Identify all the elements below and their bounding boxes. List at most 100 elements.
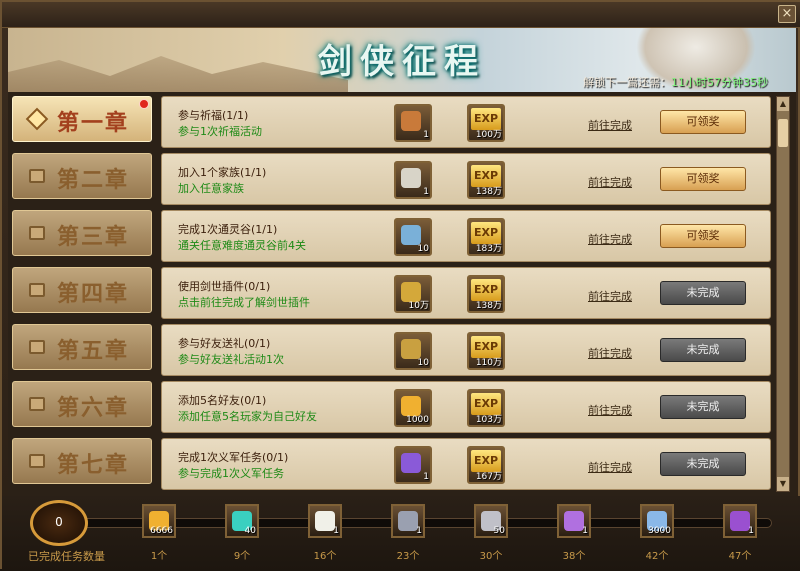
task-description: 点击前往完成了解剑世插件 bbox=[178, 296, 310, 309]
incomplete-button: 未完成 bbox=[660, 281, 746, 305]
reward-count: 1 bbox=[333, 526, 339, 536]
milestone-reward[interactable]: 40 bbox=[225, 504, 259, 538]
unlock-countdown: 解锁下一篇还需：11小时57分钟35秒 bbox=[583, 74, 768, 90]
chest-icon bbox=[401, 225, 421, 245]
go-complete-link[interactable]: 前往完成 bbox=[588, 231, 632, 247]
milestone-reward[interactable]: 1 bbox=[557, 504, 591, 538]
item-count: 1 bbox=[423, 187, 429, 197]
task-name: 参与祈福(1/1) bbox=[178, 109, 249, 122]
task-item-reward[interactable]: 10 bbox=[394, 332, 432, 370]
claim-reward-button[interactable]: 可领奖 bbox=[660, 224, 746, 248]
lock-icon bbox=[29, 283, 45, 297]
chapter-tab-3[interactable]: 第三章 bbox=[12, 210, 152, 256]
item-count: 1000 bbox=[406, 415, 429, 425]
reward-count: 1 bbox=[416, 526, 422, 536]
milestone-label: 9个 bbox=[233, 551, 251, 562]
notification-dot bbox=[139, 99, 149, 109]
lock-icon bbox=[29, 397, 45, 411]
purple-crystal-icon bbox=[564, 511, 584, 531]
chapter-quest-window: × 剑侠征程 解锁下一篇还需：11小时57分钟35秒 第一章 第二章 第三章 第四章第… bbox=[0, 0, 800, 571]
crystal-icon bbox=[401, 453, 421, 473]
exp-amount: 138万 bbox=[475, 301, 502, 311]
go-complete-link[interactable]: 前往完成 bbox=[588, 345, 632, 361]
exp-amount: 103万 bbox=[475, 415, 502, 425]
task-item-reward[interactable]: 10万 bbox=[394, 275, 432, 313]
task-exp-reward[interactable]: EXP 183万 bbox=[467, 218, 505, 256]
task-exp-reward[interactable]: EXP 103万 bbox=[467, 389, 505, 427]
milestone-reward[interactable]: 3000 bbox=[640, 504, 674, 538]
task-item-reward[interactable]: 1000 bbox=[394, 389, 432, 427]
task-item-reward[interactable]: 1 bbox=[394, 104, 432, 142]
task-item-reward[interactable]: 1 bbox=[394, 161, 432, 199]
reward-count: 40 bbox=[244, 526, 256, 536]
completed-count: 0 bbox=[55, 515, 63, 529]
completed-count-orb: 0 bbox=[30, 500, 88, 546]
task-description: 参与好友送礼活动1次 bbox=[178, 353, 284, 366]
chapter-tab-5[interactable]: 第五章 bbox=[12, 324, 152, 370]
milestone-reward[interactable]: 1 bbox=[391, 504, 425, 538]
reward-count: 1 bbox=[748, 526, 754, 536]
go-complete-link[interactable]: 前往完成 bbox=[588, 459, 632, 475]
chapter-tab-7[interactable]: 第七章 bbox=[12, 438, 152, 484]
task-row: 完成1次义军任务(0/1) 参与完成1次义军任务 1 EXP 167万 前往完成… bbox=[161, 438, 771, 490]
task-description: 加入任意家族 bbox=[178, 182, 244, 195]
task-name: 参与好友送礼(0/1) bbox=[178, 337, 271, 350]
task-exp-reward[interactable]: EXP 167万 bbox=[467, 446, 505, 484]
reward-count: 1 bbox=[582, 526, 588, 536]
task-scrollbar[interactable]: ▲ ▼ bbox=[776, 96, 790, 492]
window-titlebar: × bbox=[2, 2, 800, 28]
pet-egg-icon bbox=[315, 511, 335, 531]
unlock-label: 解锁下一篇还需： bbox=[583, 76, 671, 89]
chapter-label: 第六章 bbox=[57, 395, 130, 421]
task-exp-reward[interactable]: EXP 100万 bbox=[467, 104, 505, 142]
medal-icon bbox=[401, 339, 421, 359]
chapter-label: 第五章 bbox=[57, 338, 130, 364]
feather-icon bbox=[401, 396, 421, 416]
task-item-reward[interactable]: 1 bbox=[394, 446, 432, 484]
task-item-reward[interactable]: 10 bbox=[394, 218, 432, 256]
milestone-reward[interactable]: 1 bbox=[723, 504, 757, 538]
go-complete-link[interactable]: 前往完成 bbox=[588, 117, 632, 133]
exp-amount: 138万 bbox=[475, 187, 502, 197]
scroll-down-button[interactable]: ▼ bbox=[777, 477, 789, 491]
scroll-up-button[interactable]: ▲ bbox=[777, 97, 789, 111]
task-row: 参与祈福(1/1) 参与1次祈福活动 1 EXP 100万 前往完成 可领奖 bbox=[161, 96, 771, 148]
claim-reward-button[interactable]: 可领奖 bbox=[660, 167, 746, 191]
reward-count: 6666 bbox=[150, 526, 173, 536]
milestone-reward[interactable]: 6666 bbox=[142, 504, 176, 538]
milestone-label: 16个 bbox=[313, 551, 337, 562]
go-complete-link[interactable]: 前往完成 bbox=[588, 402, 632, 418]
go-complete-link[interactable]: 前往完成 bbox=[588, 174, 632, 190]
chapter-tab-4[interactable]: 第四章 bbox=[12, 267, 152, 313]
item-count: 10 bbox=[417, 358, 429, 368]
item-count: 1 bbox=[423, 130, 429, 140]
chapter-tab-2[interactable]: 第二章 bbox=[12, 153, 152, 199]
milestone-label: 38个 bbox=[562, 551, 586, 562]
claim-reward-button[interactable]: 可领奖 bbox=[660, 110, 746, 134]
task-exp-reward[interactable]: EXP 110万 bbox=[467, 332, 505, 370]
task-name: 添加5名好友(0/1) bbox=[178, 394, 267, 407]
incomplete-button: 未完成 bbox=[660, 395, 746, 419]
task-exp-reward[interactable]: EXP 138万 bbox=[467, 275, 505, 313]
task-description: 添加任意5名玩家为自己好友 bbox=[178, 410, 317, 423]
task-list: 参与祈福(1/1) 参与1次祈福活动 1 EXP 100万 前往完成 可领奖 加… bbox=[161, 96, 771, 495]
close-button[interactable]: × bbox=[778, 5, 796, 23]
task-name: 完成1次通灵谷(1/1) bbox=[178, 223, 278, 236]
progress-rewards-bar: 0 已完成任务数量 6666 1个 40 9个 1 16个 1 23个 50 3… bbox=[2, 496, 800, 571]
content-area: 第一章第二章第三章第四章第五章第六章第七章 参与祈福(1/1) 参与1次祈福活动… bbox=[8, 92, 796, 496]
task-exp-reward[interactable]: EXP 138万 bbox=[467, 161, 505, 199]
milestone-label: 42个 bbox=[645, 551, 669, 562]
task-description: 参与完成1次义军任务 bbox=[178, 467, 284, 480]
chapter-list: 第一章第二章第三章第四章第五章第六章第七章 bbox=[12, 96, 158, 495]
chapter-tab-6[interactable]: 第六章 bbox=[12, 381, 152, 427]
scroll-thumb[interactable] bbox=[778, 119, 788, 147]
milestone-label: 1个 bbox=[150, 551, 168, 562]
milestone-label: 47个 bbox=[728, 551, 752, 562]
reward-count: 3000 bbox=[648, 526, 671, 536]
milestone-reward[interactable]: 50 bbox=[474, 504, 508, 538]
task-row: 使用剑世插件(0/1) 点击前往完成了解剑世插件 10万 EXP 138万 前往… bbox=[161, 267, 771, 319]
task-description: 参与1次祈福活动 bbox=[178, 125, 262, 138]
milestone-reward[interactable]: 1 bbox=[308, 504, 342, 538]
go-complete-link[interactable]: 前往完成 bbox=[588, 288, 632, 304]
chapter-tab-1[interactable]: 第一章 bbox=[12, 96, 152, 142]
